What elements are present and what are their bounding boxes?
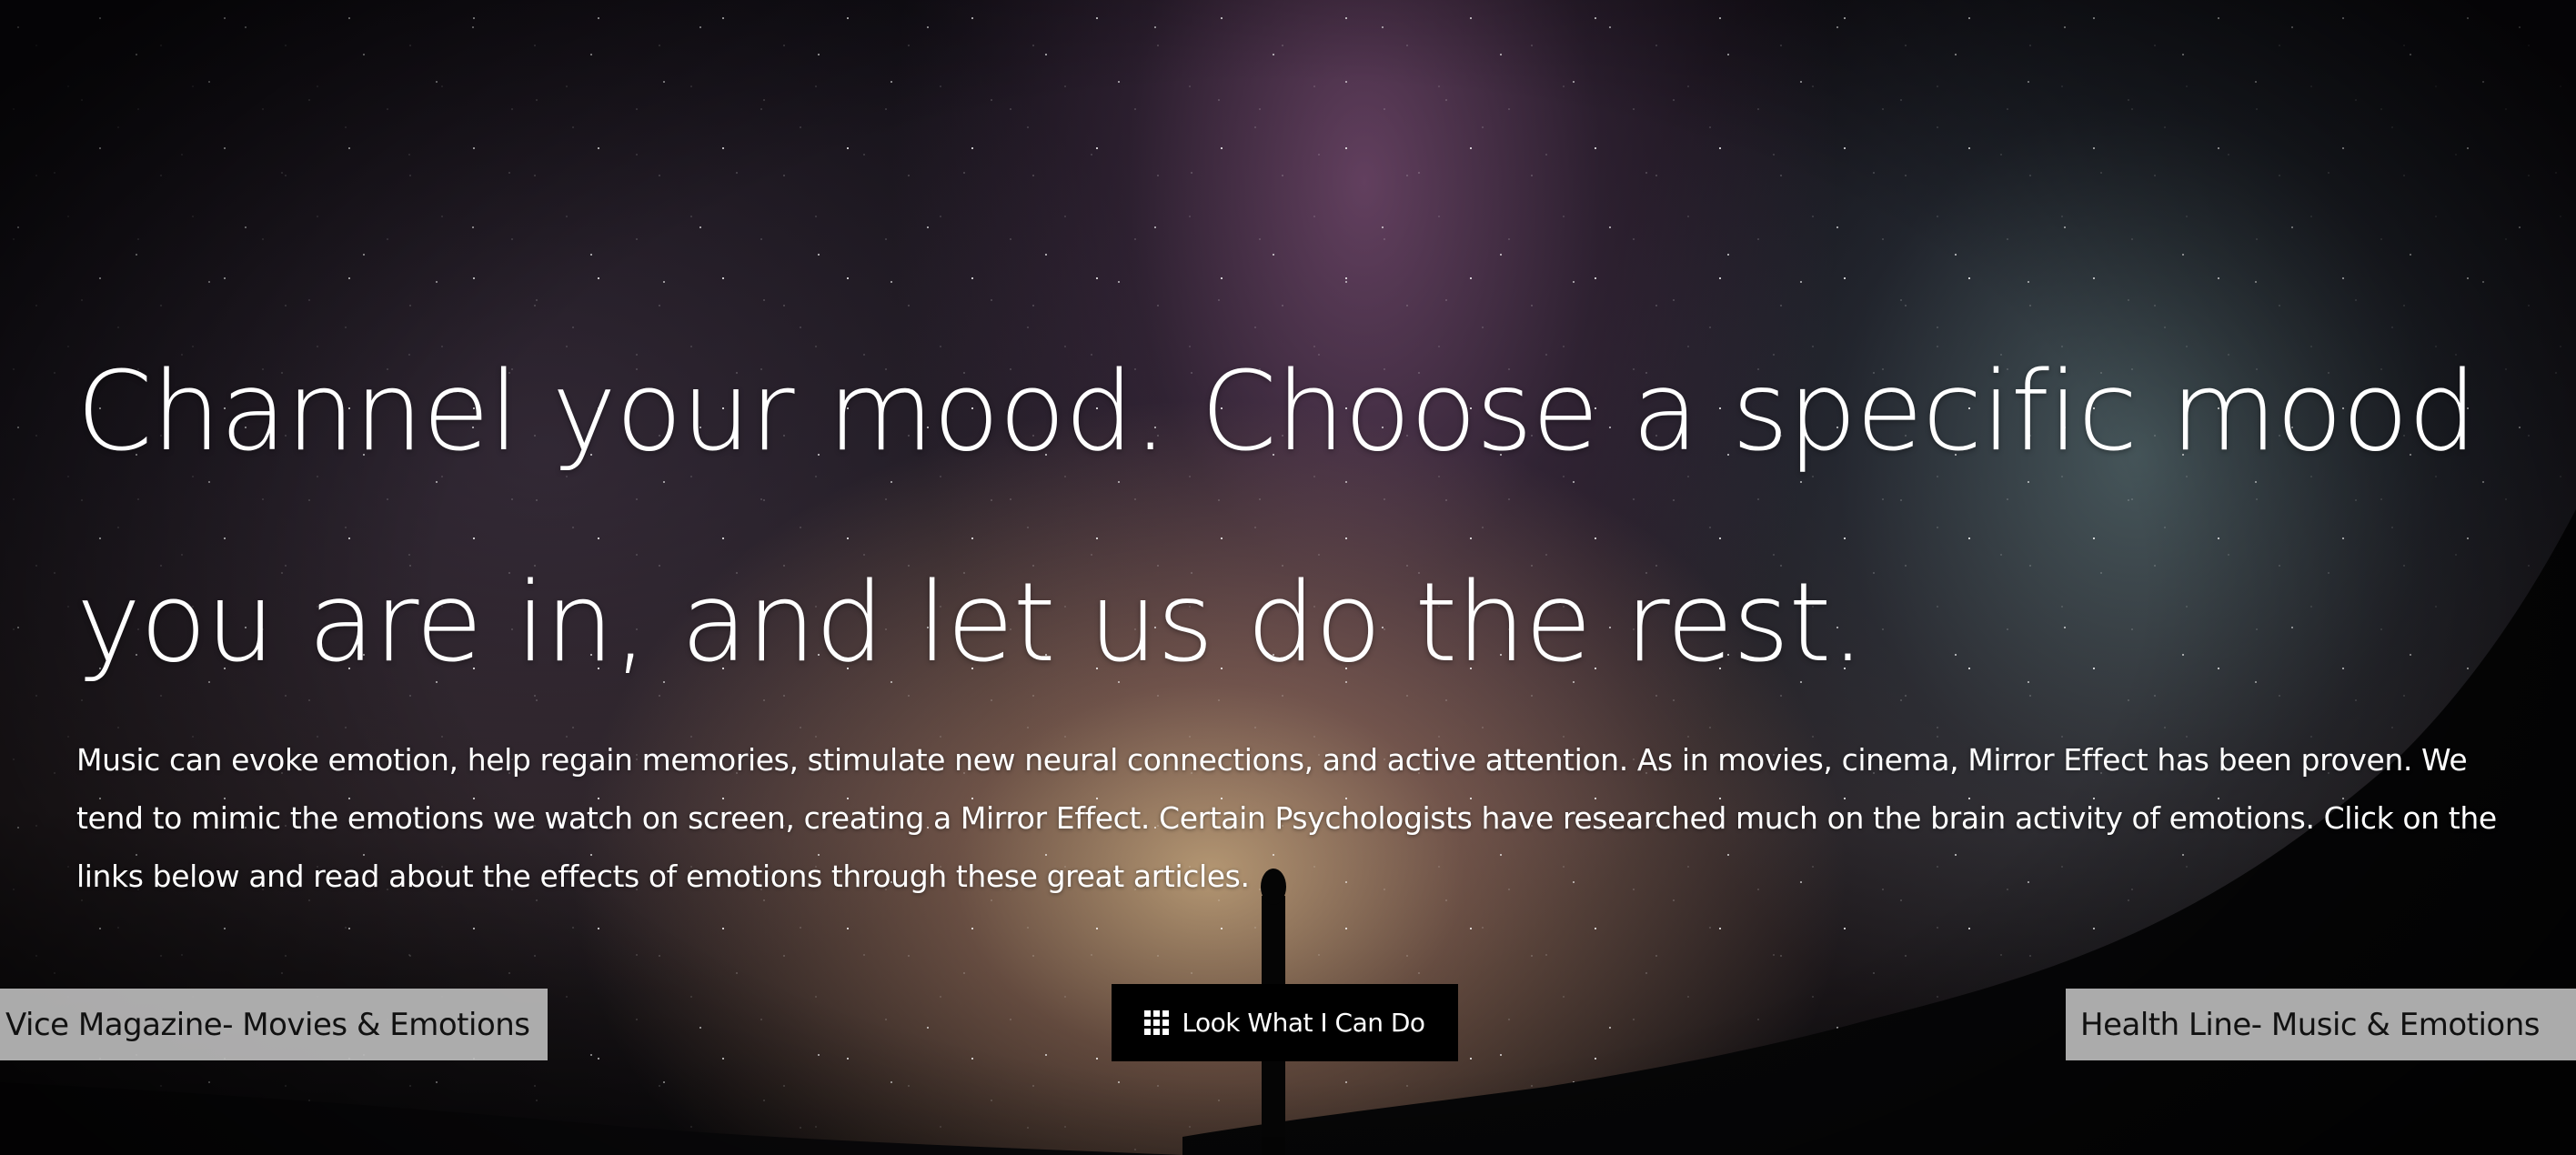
- health-line-link[interactable]: Health Line- Music & Emotions: [2066, 989, 2576, 1060]
- look-what-i-can-do-button[interactable]: Look What I Can Do: [1112, 984, 1458, 1061]
- hero-content: Channel your mood. Choose a specific moo…: [76, 307, 2514, 906]
- hero-section: Channel your mood. Choose a specific moo…: [0, 0, 2576, 1155]
- cta-label: Look What I Can Do: [1182, 1008, 1425, 1038]
- grid-icon: [1144, 1010, 1170, 1035]
- hero-intro-text: Music can evoke emotion, help regain mem…: [76, 742, 2497, 894]
- hero-headline: Channel your mood. Choose a specific moo…: [76, 349, 2477, 687]
- vice-magazine-link[interactable]: Vice Magazine- Movies & Emotions: [0, 989, 548, 1060]
